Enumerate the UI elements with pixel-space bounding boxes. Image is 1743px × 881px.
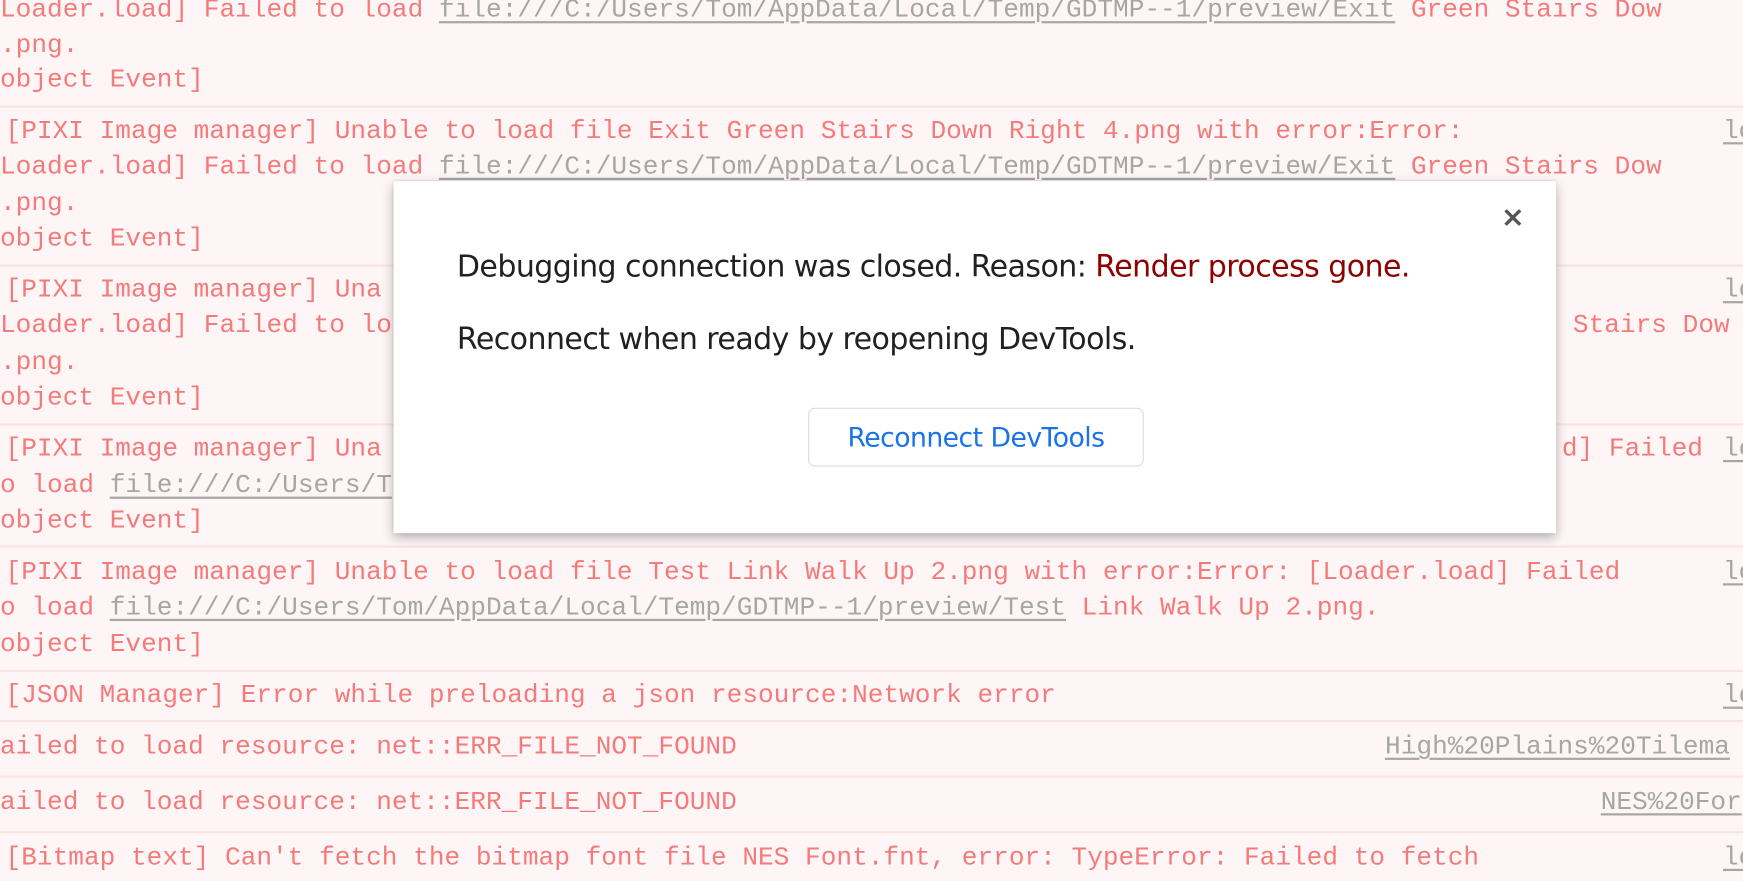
row-divider [0,669,1743,673]
file-link[interactable]: file:///C:/Users/T [110,471,392,501]
file-link[interactable]: file:///C:/Users/Tom/AppData/Local/Temp/… [439,0,1395,26]
console-message-line: object Event] [0,381,204,417]
message-text: .png. [0,188,79,219]
dialog-message-prefix: Debugging connection was closed. Reason: [456,249,1096,285]
message-text: object Event] [0,224,204,255]
message-text: [PIXI Image manager] Una [5,275,382,306]
message-text: .png. [0,31,79,62]
message-text: n Stairs Dow [1541,311,1730,342]
message-text: object Event] [0,383,204,414]
message-text: Loader.load] Failed to load [0,152,439,183]
dialog-reason: Render process gone. [1095,249,1410,285]
row-divider [0,775,1743,778]
message-text: Loader.load] Failed to load [0,0,439,26]
message-text: [Bitmap text] Can't fetch the bitmap fon… [5,843,1480,874]
console-message-line: [PIXI Image manager] Unable to load file… [6,114,1464,150]
reconnect-devtools-button[interactable]: Reconnect DevTools [808,407,1144,467]
message-text: o load [0,471,110,502]
message-text: o load [0,593,110,624]
console-message-line: [Bitmap text] Can't fetch the bitmap fon… [6,841,1480,877]
row-divider [0,545,1743,548]
console-message-line: .png. [0,187,78,223]
console-message-line: ailed to load resource: net::ERR_FILE_NO… [0,785,737,821]
console-message-line: object Event] [0,63,204,99]
row-divider [0,105,1743,108]
console-message-line: object Event] [0,628,204,664]
source-link[interactable]: lo [1723,841,1743,877]
source-link[interactable]: lo [1723,114,1743,150]
console-message-line: [PIXI Image manager] Una [6,432,382,468]
message-text: object Event] [0,629,204,660]
console-message-line: o load file:///C:/Users/T [0,469,392,505]
message-text: [PIXI Image manager] Unable to load file… [5,116,1464,147]
file-link[interactable]: file:///C:/Users/Tom/AppData/Local/Temp/… [110,593,1066,623]
console-message-line: object Event] [0,504,204,540]
console-message-line: [JSON Manager] Error while preloading a … [6,679,1056,715]
console-message-line: .png. [0,29,78,65]
dialog-message: Debugging connection was closed. Reason:… [456,249,1411,285]
console-message-line: .png. [0,346,78,382]
message-text: [JSON Manager] Error while preloading a … [5,681,1056,712]
message-text: [PIXI Image manager] Una [5,434,382,465]
message-text: object Event] [0,65,204,96]
console-message-line: Loader.load] Failed to lo [0,309,392,345]
source-link[interactable]: High%20Plains%20Tilema [1385,730,1730,766]
source-link[interactable]: lo [1723,273,1743,309]
message-text: [PIXI Image manager] Unable to load file… [5,557,1621,588]
source-link[interactable]: lo [1723,679,1743,715]
source-link[interactable]: lo [1723,556,1743,592]
disconnected-dialog: × Debugging connection was closed. Reaso… [393,181,1557,534]
close-icon[interactable]: × [1497,201,1528,237]
console-message-line: Loader.load] Failed to load file:///C:/U… [0,0,1662,29]
row-divider [0,719,1743,723]
message-text: object Event] [0,506,204,537]
console-message-line: object Event] [0,222,204,258]
console-panel: Loader.load] Failed to load file:///C:/U… [0,0,1743,881]
message-text: Link Walk Up 2.png. [1065,593,1380,624]
console-message-line: [PIXI Image manager] Unable to load file… [6,556,1621,592]
message-text: ailed to load resource: net::ERR_FILE_NO… [0,732,737,763]
row-divider [0,831,1743,834]
message-text: Green Stairs Dow [1395,0,1662,26]
console-message-line: o load file:///C:/Users/Tom/AppData/Loca… [0,591,1380,627]
message-text: d] Failed [1561,434,1703,465]
source-link[interactable]: NES%20For [1601,785,1742,821]
dialog-instruction: Reconnect when ready by reopening DevToo… [456,322,1136,357]
message-text: Green Stairs Dow [1395,152,1662,183]
console-message-line: ailed to load resource: net::ERR_FILE_NO… [0,730,737,766]
message-text: .png. [0,347,79,378]
message-text: Loader.load] Failed to lo [0,311,392,342]
file-link[interactable]: file:///C:/Users/Tom/AppData/Local/Temp/… [439,152,1395,182]
message-text: ailed to load resource: net::ERR_FILE_NO… [0,787,737,818]
console-message-line: [PIXI Image manager] Una [6,273,382,309]
source-link[interactable]: lo [1723,432,1743,468]
